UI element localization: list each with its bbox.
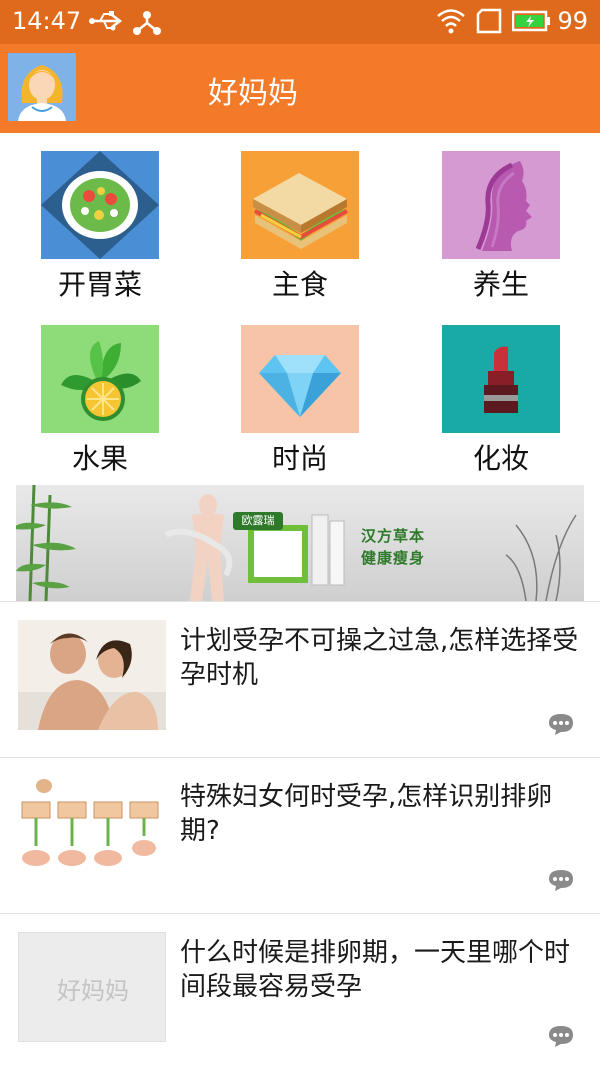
comment-icon[interactable] (547, 712, 575, 736)
sandwich-icon (241, 151, 359, 259)
status-time: 14:47 (12, 7, 82, 35)
banner-slogan-2: 健康瘦身 (361, 549, 426, 567)
wifi-icon (436, 8, 466, 38)
ad-banner[interactable]: 欧露瑞 汉方草本 健康瘦身 (16, 485, 584, 601)
banner-brand: 欧露瑞 (233, 512, 283, 530)
article-title: 特殊妇女何时受孕,怎样识别排卵期? (180, 782, 553, 846)
category-label: 水果 (71, 442, 128, 475)
article-item[interactable]: 计划受孕不可操之过急,怎样选择受孕时机 (0, 601, 600, 757)
avatar-girl-icon[interactable] (8, 53, 76, 121)
diamond-icon (241, 325, 359, 433)
bamboo-decoration (16, 485, 577, 601)
category-label: 时尚 (271, 442, 328, 475)
sim-icon (475, 8, 503, 38)
lime-icon (41, 325, 159, 433)
status-bar: 14:47 99 (0, 0, 600, 44)
face-profile-icon (442, 151, 560, 259)
article-thumbnail (18, 776, 166, 886)
app-bar: 好妈妈 (0, 44, 600, 133)
comment-icon[interactable] (547, 1024, 575, 1048)
placeholder-text: 好妈妈 (57, 977, 129, 1005)
battery-percent: 99 (557, 7, 588, 35)
article-title: 什么时候是排卵期，一天里哪个时间段最容易受孕 (180, 938, 571, 1002)
comment-icon[interactable] (547, 868, 575, 892)
category-label: 化妆 (472, 442, 529, 475)
article-thumbnail-placeholder: 好妈妈 (18, 932, 166, 1042)
category-label: 主食 (271, 268, 328, 301)
banner-slogan-1: 汉方草本 (361, 527, 426, 545)
category-label: 开胃菜 (57, 268, 142, 301)
article-thumbnail (18, 620, 166, 730)
article-title: 计划受孕不可操之过急,怎样选择受孕时机 (180, 626, 579, 690)
category-label: 养生 (472, 268, 529, 301)
battery-icon (511, 8, 552, 38)
usb-icon (88, 8, 124, 38)
article-item[interactable]: 好妈妈 什么时候是排卵期，一天里哪个时间段最容易受孕 (0, 913, 600, 1067)
app-title: 好妈妈 (208, 76, 298, 111)
share-icon (132, 8, 162, 40)
lipstick-icon (442, 325, 560, 433)
salad-icon (41, 151, 159, 259)
article-item[interactable]: 特殊妇女何时受孕,怎样识别排卵期? (0, 757, 600, 913)
